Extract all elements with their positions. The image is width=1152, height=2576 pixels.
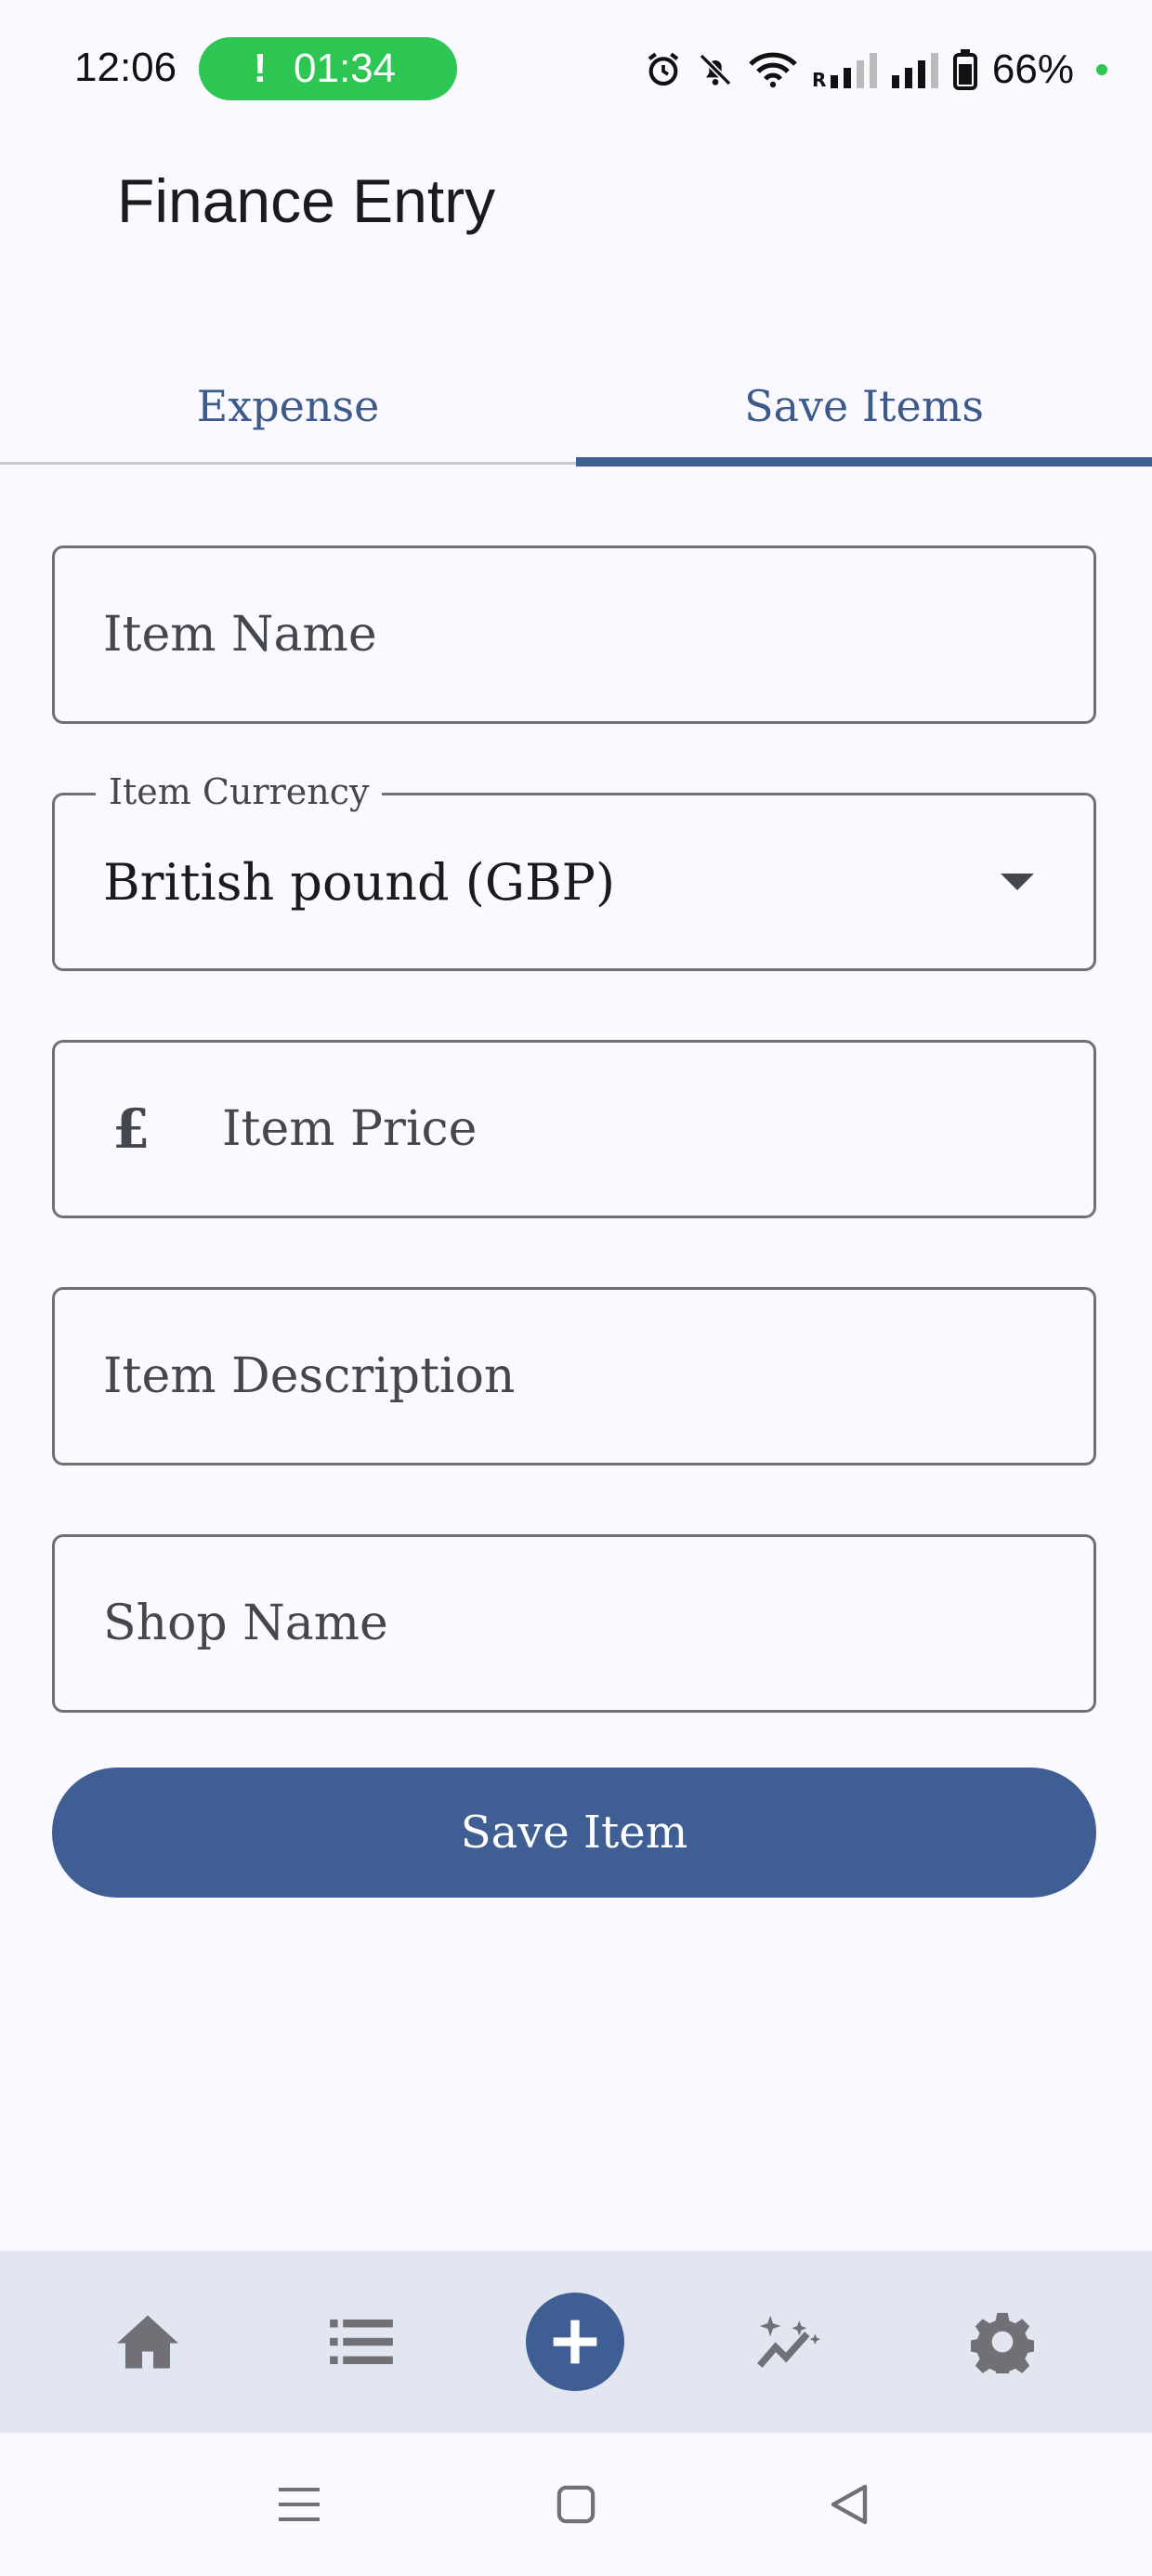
item-description-placeholder: Item Description bbox=[103, 1348, 516, 1404]
item-currency-dropdown[interactable]: Item Currency British pound (GBP) bbox=[52, 771, 1096, 971]
status-bar: 12:06 ! 01:34 R 66% bbox=[0, 0, 1152, 139]
item-name-field[interactable]: Item Name bbox=[52, 545, 1096, 724]
shop-name-placeholder: Shop Name bbox=[103, 1596, 388, 1651]
status-icons: R 66% bbox=[645, 37, 1107, 102]
home-square-icon bbox=[556, 2485, 596, 2524]
signal-icon bbox=[891, 53, 938, 88]
tab-expense[interactable]: Expense bbox=[0, 346, 576, 467]
nav-add[interactable] bbox=[519, 2251, 631, 2433]
call-timer: 01:34 bbox=[294, 46, 397, 91]
system-back-button[interactable] bbox=[803, 2433, 896, 2576]
svg-text:R: R bbox=[812, 69, 826, 88]
pound-currency-icon: £ bbox=[112, 1097, 151, 1161]
ongoing-call-pill[interactable]: ! 01:34 bbox=[199, 37, 457, 100]
nav-home[interactable] bbox=[92, 2251, 203, 2433]
tab-save-items[interactable]: Save Items bbox=[576, 346, 1152, 467]
bottom-navigation bbox=[0, 2251, 1152, 2433]
tab-divider bbox=[0, 462, 576, 465]
save-item-button[interactable]: Save Item bbox=[52, 1768, 1096, 1898]
recent-apps-button[interactable] bbox=[253, 2433, 346, 2576]
add-icon bbox=[553, 2320, 597, 2364]
menu-icon bbox=[279, 2488, 320, 2521]
home-icon bbox=[117, 2315, 178, 2369]
nav-list[interactable] bbox=[306, 2251, 417, 2433]
privacy-indicator-dot bbox=[1096, 64, 1107, 75]
item-name-placeholder: Item Name bbox=[103, 607, 377, 663]
dropdown-arrow-icon[interactable] bbox=[1001, 874, 1034, 890]
call-indicator-icon: ! bbox=[253, 46, 268, 91]
wifi-icon bbox=[749, 52, 797, 88]
battery-percent: 66% bbox=[991, 46, 1074, 92]
settings-icon bbox=[971, 2312, 1034, 2373]
bell-off-icon bbox=[699, 53, 732, 86]
item-price-field[interactable]: £ Item Price bbox=[52, 1040, 1096, 1218]
list-icon bbox=[330, 2320, 393, 2364]
add-button-circle bbox=[526, 2293, 624, 2391]
insights-icon bbox=[757, 2315, 820, 2368]
alarm-icon bbox=[648, 52, 679, 86]
signal-roaming-icon: R bbox=[812, 53, 877, 88]
battery-icon bbox=[952, 49, 977, 90]
tab-selected-indicator bbox=[576, 457, 1152, 467]
item-price-placeholder: Item Price bbox=[222, 1101, 478, 1157]
back-icon bbox=[831, 2484, 868, 2525]
system-navigation-bar bbox=[0, 2433, 1152, 2576]
item-currency-value: British pound (GBP) bbox=[103, 852, 616, 912]
status-time: 12:06 bbox=[74, 45, 177, 90]
page-title: Finance Entry bbox=[117, 166, 496, 235]
shop-name-field[interactable]: Shop Name bbox=[52, 1534, 1096, 1713]
nav-settings[interactable] bbox=[947, 2251, 1058, 2433]
nav-insights[interactable] bbox=[733, 2251, 844, 2433]
item-description-field[interactable]: Item Description bbox=[52, 1287, 1096, 1465]
system-home-button[interactable] bbox=[530, 2433, 622, 2576]
